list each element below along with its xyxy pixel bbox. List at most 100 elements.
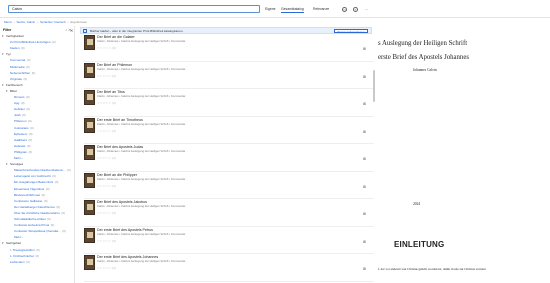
close-panel-icon[interactable]: ✕ [70,28,73,33]
result-row[interactable]: Der erste Brief des Apostels Johannes Cal… [84,254,374,282]
cart-icon[interactable]: ⊞ [363,240,368,244]
filter-item-label: Mehr › [14,235,23,240]
filter-item-label: Multimedia [10,64,25,69]
more-info-button[interactable]: Weitere Informationen [333,28,368,34]
filter-item[interactable]: Originale (0) [0,77,74,82]
filter-item[interactable]: Confession Gallicane (0) [0,199,74,204]
filter-item[interactable]: Römers (0) [0,95,74,100]
doc-title-line2: erste Brief des Apostels Johannes [378,54,469,61]
filter-item[interactable]: Einsetzwus Tägordnus (0) [0,187,74,192]
filter-item[interactable]: ▾ Fachbereich [0,83,74,88]
filter-item[interactable]: Colossians (0) [0,126,74,131]
cart-icon[interactable]: ⊞ [363,47,368,51]
book-cover-thumbnail[interactable] [84,227,95,243]
rating-stars[interactable]: ☆☆☆☆☆ (0) [97,74,116,78]
filter-item-label: Galäthers [14,137,28,142]
result-row[interactable]: Der Brief an Philemon Calvin, Johannes • … [84,62,374,89]
rating-stars[interactable]: ☆☆☆☆☆ (0) [97,129,116,133]
more-icon[interactable]: ⋯ [364,7,369,12]
breadcrumb-home[interactable]: Menü [4,20,12,24]
filter-item-count: (0) [26,107,31,112]
book-cover-thumbnail[interactable] [84,172,95,188]
document-preview: s Auslegung der Heiligen Schrift erste B… [378,18,550,283]
filter-item[interactable]: Lebensgeist von Gottbrecht (0) [0,174,74,179]
filter-item[interactable]: Der Heidelberger Katechismus (0) [0,205,74,210]
sort-dropdown[interactable]: Relevanz▾ [313,7,329,11]
clock-icon[interactable]: ◷ [342,7,347,12]
book-cover-thumbnail[interactable] [84,90,95,105]
cart-icon[interactable]: ⊞ [363,185,368,189]
filter-item[interactable]: Zu Print-Bibliothek Hinzufügen (0) [0,40,74,45]
filter-item[interactable]: Ein Ausgabungen Bekenntnis (0) [0,180,74,185]
book-cover-thumbnail[interactable] [84,35,95,50]
filter-item[interactable]: ▾ Sachgebiet [0,241,74,246]
filter-item[interactable]: Über die christliche Glaubenslehre (0) [0,211,74,216]
filter-item[interactable]: ▾ Sonstiges [0,162,74,167]
filter-item[interactable]: Philemon (0) [0,119,74,124]
book-cover-thumbnail[interactable] [84,255,95,270]
filter-item[interactable]: Mehr › [0,156,74,161]
cart-icon[interactable]: ⊞ [363,102,368,106]
tab-catalog[interactable]: Gesamtkatalog [281,7,304,13]
filter-item[interactable]: ▾ Bibel [0,89,74,94]
filter-item[interactable]: Hebreäs (0) [0,144,74,149]
cart-icon[interactable]: ⊞ [363,267,368,271]
filter-item[interactable]: ▾ Verfügbarkeit [0,34,74,39]
filter-item[interactable]: Confessio Tetrapolitana (Vierstäd... (0) [0,229,74,234]
book-cover-thumbnail[interactable] [84,62,95,78]
filter-item-label: Fachbereich [6,82,23,87]
rating-stars[interactable]: ☆☆☆☆☆ (0) [97,184,116,188]
result-row[interactable]: Der Brief des Apostels Jakobus Calvin, Jo… [84,199,374,227]
filter-item[interactable]: Epheisem (0) [0,132,74,137]
cart-icon[interactable]: ⊞ [363,212,368,216]
breadcrumb-filter[interactable]: Sprachen: Deutsch [40,20,66,24]
filter-item[interactable]: Schmalkaldische Artikel (0) [0,217,74,222]
rating-stars[interactable]: ☆☆☆☆☆ (0) [97,101,116,105]
filter-item[interactable]: Kommentar (0) [0,58,74,63]
result-row[interactable]: Der Brief an Titus Calvin, Johannes • Cal… [84,89,374,117]
rating-stars[interactable]: ☆☆☆☆☆ (0) [97,156,116,160]
results-scrollbar[interactable] [373,70,375,102]
rating-stars[interactable]: ☆☆☆☆☆ (0) [97,46,116,50]
filter-item[interactable]: Hebräer (0) [0,107,74,112]
tab-own[interactable]: Eigene [265,7,276,11]
rating-stars[interactable]: ☆☆☆☆☆ (0) [97,266,116,270]
filter-item[interactable]: Multimedia (0) [0,65,74,70]
filter-item[interactable]: Joäh (0) [0,113,74,118]
filter-item[interactable]: Bindesrechtbrbnoet (0) [0,193,74,198]
cart-icon[interactable]: ⊞ [363,130,368,134]
filter-item-label: I. Theologiestoffen [10,247,35,252]
doc-title-line1: s Auslegung der Heiligen Schrift [378,40,468,47]
filter-item[interactable]: ▾ Typ [0,52,74,57]
rating-stars[interactable]: ☆☆☆☆☆ (0) [97,211,116,215]
filter-item[interactable]: Masterforschendes Glaubensbekenn... (0) [0,168,74,173]
filter-item[interactable]: Kaufen (0) [0,46,74,51]
rating-stars[interactable]: ☆☆☆☆☆ (0) [97,239,116,243]
breadcrumb-search[interactable]: Suche: Calvin [17,20,36,24]
filter-item[interactable]: Galäthers (0) [0,138,74,143]
filter-item[interactable]: Philippian (0) [0,150,74,155]
filter-item[interactable]: I. Theologiestoffen (0) [0,248,74,253]
filter-item-label: Philippian [14,149,28,154]
filter-item[interactable]: Confessio Helvetica Prima (0) [0,223,74,228]
result-subtitle: Calvin, Johannes • Calvins Auslegung der… [97,66,186,71]
filter-item[interactable]: Nebenschriften (0) [0,71,74,76]
cart-icon[interactable]: ⊞ [363,75,368,79]
book-cover-thumbnail[interactable] [84,200,95,215]
filter-item[interactable]: Apg (0) [0,101,74,106]
book-cover-thumbnail[interactable] [84,145,95,160]
filter-item[interactable]: Liebsmann (0) [0,260,74,265]
filter-item-count: (0) [62,229,66,234]
search-input[interactable] [8,5,260,13]
result-row[interactable]: Der Brief an die Galater Calvin, Johannes… [84,34,374,62]
book-cover-thumbnail[interactable] [84,117,95,133]
result-row[interactable]: Der erste Brief des Apostels Petrus Calvi… [84,227,374,254]
cart-icon[interactable]: ⊞ [363,157,368,161]
result-row[interactable]: Der Brief an die Philipper Calvin, Johann… [84,172,374,199]
result-subtitle: Calvin, Johannes • Calvins Auslegung der… [97,39,186,43]
filter-item[interactable]: L. Kirchtechnicher (0) [0,254,74,259]
filter-item[interactable]: Mehr › [0,235,74,240]
result-row[interactable]: Der Brief des Apostels Judas Calvin, Joha… [84,144,374,172]
result-row[interactable]: Der erste Brief an Timotheus Calvin, Joha… [84,117,374,144]
help-icon[interactable]: ? [353,7,358,12]
